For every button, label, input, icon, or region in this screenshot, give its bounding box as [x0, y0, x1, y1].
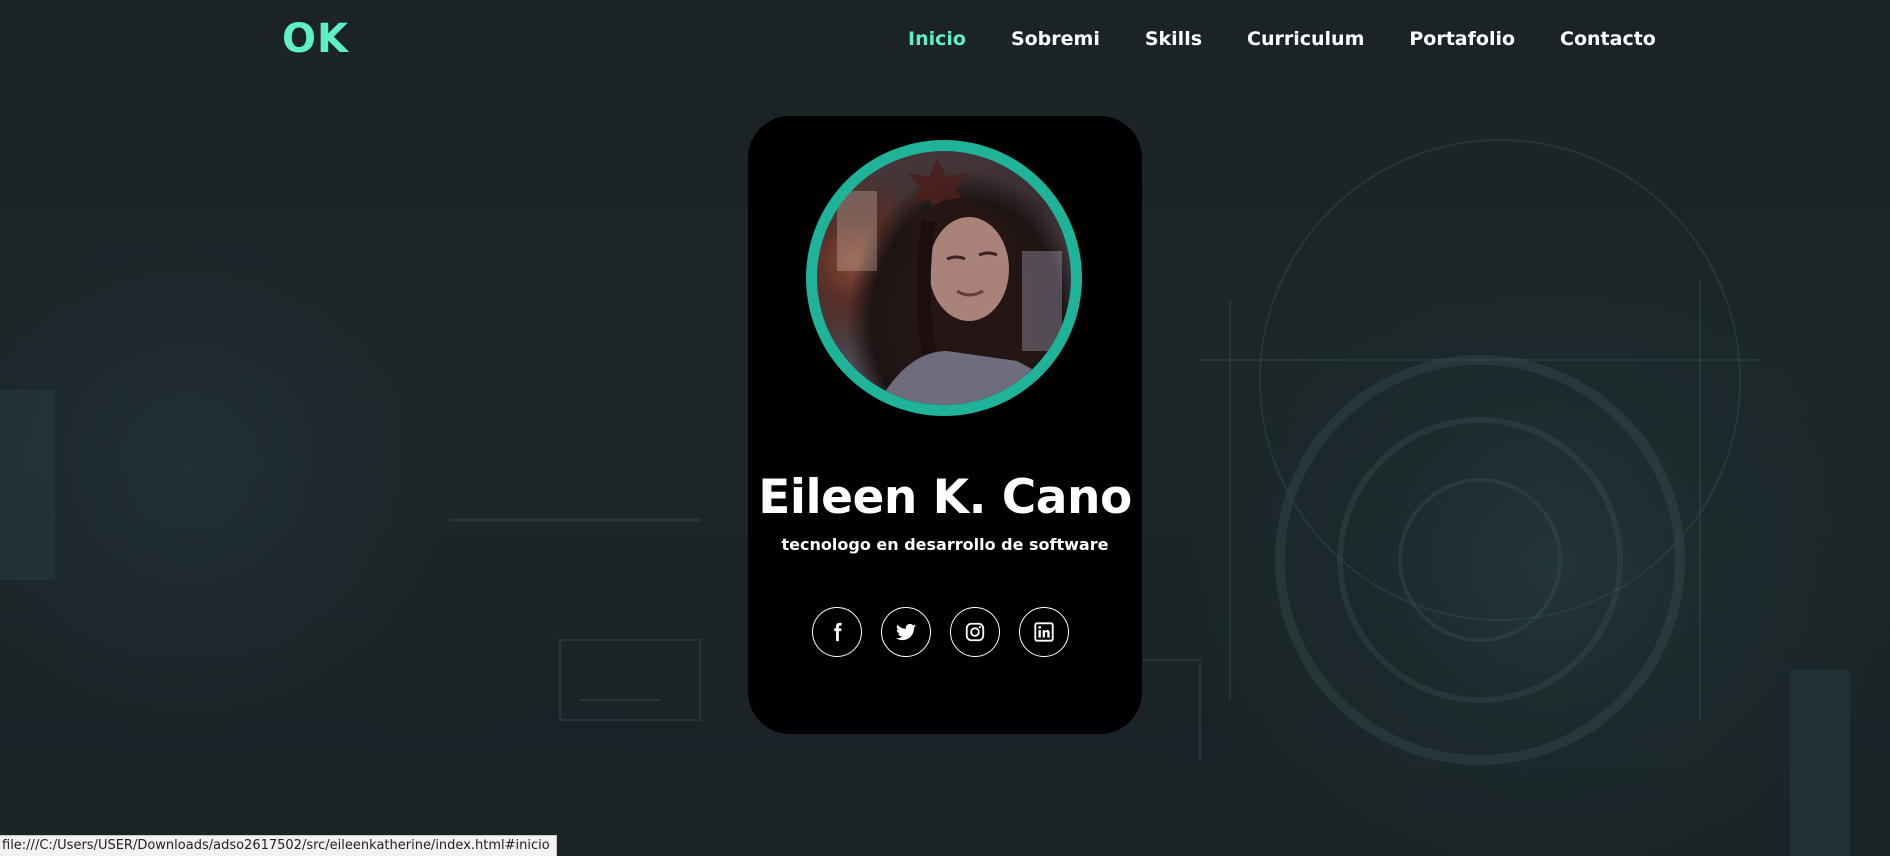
site-header: OK Inicio Sobremi Skills Curriculum Port…: [0, 0, 1890, 78]
facebook-icon: [834, 622, 842, 642]
facebook-button[interactable]: [812, 607, 862, 657]
instagram-button[interactable]: [950, 607, 1000, 657]
nav-link-inicio[interactable]: Inicio: [908, 24, 966, 54]
nav-link-curriculum[interactable]: Curriculum: [1247, 24, 1364, 54]
nav-link-skills[interactable]: Skills: [1145, 24, 1202, 54]
twitter-icon: [896, 623, 916, 641]
linkedin-button[interactable]: [1019, 607, 1069, 657]
status-bar-url: file:///C:/Users/USER/Downloads/adso2617…: [0, 835, 557, 856]
profile-role: tecnologo en desarrollo de software: [781, 535, 1109, 554]
twitter-button[interactable]: [881, 607, 931, 657]
nav-link-sobremi[interactable]: Sobremi: [1011, 24, 1100, 54]
profile-name: Eileen K. Cano: [758, 470, 1132, 525]
main-nav: Inicio Sobremi Skills Curriculum Portafo…: [908, 24, 1656, 54]
linkedin-icon: [1034, 622, 1054, 642]
social-links: [812, 607, 1069, 657]
avatar-ring: [806, 140, 1082, 416]
nav-link-contacto[interactable]: Contacto: [1560, 24, 1656, 54]
profile-photo: [817, 151, 1071, 405]
profile-card: Eileen K. Cano tecnologo en desarrollo d…: [748, 116, 1142, 734]
instagram-icon: [965, 622, 985, 642]
site-logo[interactable]: OK: [282, 14, 349, 64]
nav-link-portafolio[interactable]: Portafolio: [1409, 24, 1515, 54]
